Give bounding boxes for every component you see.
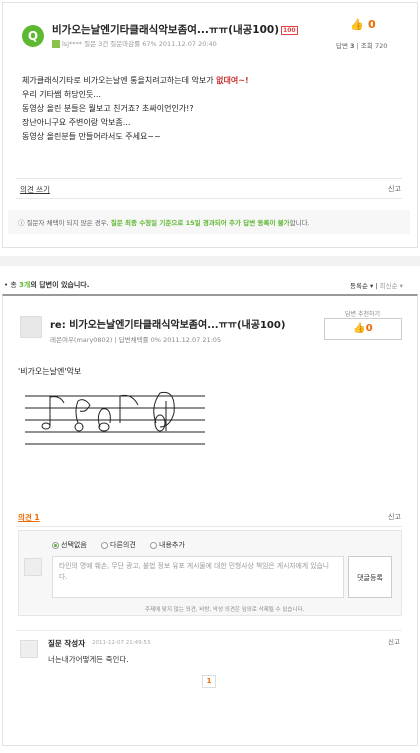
radio-other-opinion[interactable]: 다른의견 bbox=[101, 541, 136, 549]
comment-policy-note: 주제에 맞지 않는 의견, 비방, 악성 의견은 임의로 삭제될 수 있습니다. bbox=[145, 607, 305, 613]
divider bbox=[16, 198, 402, 199]
question-stats: 답변 3 | 조회 720 bbox=[336, 42, 388, 50]
answer-count-suffix: 의 답변이 있습니다. bbox=[30, 281, 90, 289]
comment-date: 2011-12-07 21:49:53 bbox=[92, 640, 151, 646]
answer-date: 2011.12.07 21:05 bbox=[163, 336, 222, 344]
answer-text: '비가오는날엔'악보 bbox=[18, 367, 82, 376]
notice-text-end: 합니다. bbox=[289, 219, 310, 227]
answer-meta: 레몬여우(mary0802) | 답변채택률 0% 2011.12.07 21:… bbox=[50, 336, 222, 344]
views-count: 720 bbox=[374, 42, 388, 50]
comment-type-radios: 선택없음 다른의견 내용추가 bbox=[52, 540, 197, 550]
comment-report-link[interactable]: 신고 bbox=[388, 636, 400, 646]
answers-label: 답변 bbox=[336, 42, 348, 50]
sort-by-newest[interactable]: 최신순 ▾ bbox=[380, 282, 403, 290]
sort-by-registered[interactable]: 등록순 ▾ bbox=[350, 282, 373, 290]
radio-label: 내용추가 bbox=[159, 541, 185, 549]
radio-unchecked-icon bbox=[101, 541, 108, 549]
body-line: 동영상 올린 분들은 뭘보고 친거죠? 초싸이언인가!? bbox=[22, 104, 194, 113]
question-title-text: 비가오는날엔기타클래식악보좀여...ㅠㅠ(내공100) bbox=[52, 24, 280, 36]
notice-text: 질문자 채택이 되지 않은 경우, bbox=[26, 219, 111, 227]
divider bbox=[16, 630, 402, 631]
sort-options: 등록순 ▾ | 최신순 ▾ bbox=[350, 282, 403, 290]
radio-label: 다른의견 bbox=[110, 541, 136, 549]
answer-user-stats: 답변채택률 0% bbox=[118, 336, 161, 344]
views-label: 조회 bbox=[360, 42, 373, 50]
avatar bbox=[20, 316, 42, 338]
answer-like-count: 0 bbox=[365, 323, 373, 334]
write-opinion-link[interactable]: 의견 쓰기 bbox=[20, 184, 50, 195]
divider bbox=[16, 178, 402, 179]
comment-submit-button[interactable]: 댓글등록 bbox=[348, 556, 392, 598]
answer-count-number: 3개 bbox=[19, 281, 31, 289]
answer-opinion-link[interactable]: 의견 1 bbox=[18, 512, 40, 523]
question-title: 비가오는날엔기타클래식악보좀여...ㅠㅠ(내공100) 100 bbox=[52, 22, 298, 37]
radio-none[interactable]: 선택없음 bbox=[52, 541, 87, 549]
body-line: 우리 기타쌤 허당인듯... bbox=[22, 90, 101, 99]
question-user[interactable]: lsj**** bbox=[62, 40, 82, 48]
question-like-count: 0 bbox=[367, 18, 376, 31]
answer-like-label: 답변 추천하기 bbox=[345, 311, 381, 318]
question-q-icon: Q bbox=[22, 25, 44, 47]
comment-author-avatar bbox=[20, 640, 38, 658]
radio-add-content[interactable]: 내용추가 bbox=[150, 541, 185, 549]
question-date: 2011.12.07 20:40 bbox=[158, 40, 217, 48]
answer-count-prefix: • 총 bbox=[4, 281, 20, 289]
body-line: 장난아니구요 주변이랑 악보좀... bbox=[22, 118, 131, 127]
comment-text: 너는내가어떻게든 죽인다. bbox=[48, 655, 129, 664]
comment-textarea[interactable]: 타인의 명예 훼손, 무단 광고, 불법 정보 유포 게시물에 대한 민형사상 … bbox=[52, 556, 344, 598]
info-icon: ⓘ bbox=[18, 219, 25, 227]
answer-title: re: 비가오는날엔기타클래식악보좀여...ㅠㅠ(내공100) bbox=[50, 320, 286, 331]
radio-unchecked-icon bbox=[150, 541, 157, 549]
points-badge: 100 bbox=[281, 25, 298, 35]
radio-label: 선택없음 bbox=[61, 541, 87, 549]
body-line: 동영상 올린분들 만들어라서도 주세요~~ bbox=[22, 132, 161, 141]
hand-drawn-music-staff bbox=[25, 391, 205, 445]
pagination-current-page[interactable]: 1 bbox=[202, 675, 216, 688]
divider bbox=[16, 526, 402, 527]
answer-like-button[interactable]: 👍0 bbox=[324, 318, 402, 340]
notice-box: ⓘ 질문자 채택이 되지 않은 경우, 질문 최종 수정일 기준으로 15일 경… bbox=[8, 210, 410, 234]
question-like[interactable]: 👍 0 bbox=[340, 18, 386, 31]
comment-avatar bbox=[24, 558, 42, 576]
question-body: 체가클래식기타로 비가오는날엔 통을치려고하는데 악보가 없대여~! 우리 기타… bbox=[22, 74, 249, 144]
body-highlight: 없대여~! bbox=[216, 76, 249, 85]
question-user-stats: 질문 3건 질문마감률 67% bbox=[84, 40, 157, 48]
user-level-icon bbox=[52, 40, 60, 48]
section-separator bbox=[0, 256, 420, 266]
radio-checked-icon bbox=[52, 541, 59, 549]
comment-author: 질문 작성자 bbox=[48, 639, 86, 648]
answer-count: • 총 3개의 답변이 있습니다. bbox=[4, 280, 89, 290]
answer-report-link[interactable]: 신고 bbox=[388, 512, 401, 522]
answers-count: 3 bbox=[350, 42, 355, 50]
thumbs-up-icon: 👍 bbox=[350, 18, 365, 31]
question-meta: lsj**** 질문 3건 질문마감률 67% 2011.12.07 20:40 bbox=[52, 38, 217, 48]
notice-highlight: 질문 최종 수정일 기준으로 15일 경과되어 추가 답변 등록이 불가 bbox=[110, 219, 290, 227]
thumbs-up-icon: 👍 bbox=[353, 323, 366, 334]
question-report-link[interactable]: 신고 bbox=[388, 184, 401, 194]
answer-user[interactable]: 레몬여우(mary0802) bbox=[50, 336, 112, 344]
body-line: 체가클래식기타로 비가오는날엔 통을치려고하는데 악보가 bbox=[22, 76, 217, 85]
